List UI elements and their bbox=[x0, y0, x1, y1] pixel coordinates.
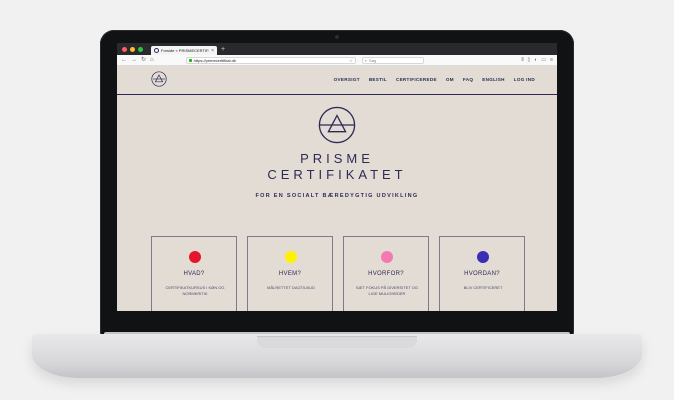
tagline: FOR EN SOCIALT BÆREDYGTIG UDVIKLING bbox=[255, 193, 419, 199]
chat-icon[interactable]: ▭ bbox=[541, 57, 546, 63]
webcam bbox=[335, 35, 339, 39]
tab-title: Forside « PRISMECERTIFIKATET bbox=[161, 48, 210, 53]
card-text: BLIV CERTIFICERET bbox=[463, 285, 503, 290]
minimize-window-button[interactable] bbox=[130, 47, 135, 52]
main-nav: OVERSIGT BESTIL CERTIFICEREDE OM FAQ ENG… bbox=[334, 77, 535, 82]
new-tab-button[interactable]: + bbox=[217, 46, 225, 55]
prisme-logo-icon[interactable] bbox=[151, 71, 167, 87]
home-icon[interactable]: ⌂ bbox=[150, 57, 154, 63]
back-arrow-icon[interactable]: ← bbox=[121, 57, 127, 63]
lock-icon bbox=[188, 58, 192, 62]
nav-certificerede[interactable]: CERTIFICEREDE bbox=[396, 77, 437, 82]
library-icon[interactable]: ⫴ bbox=[521, 57, 523, 63]
laptop-notch bbox=[257, 336, 417, 348]
card-text: CERTIFIKATKURSUS I KØN OG NORMKRITIK bbox=[165, 285, 225, 296]
menu-icon[interactable]: ≡ bbox=[550, 57, 553, 63]
pink-dot-icon bbox=[381, 251, 393, 263]
browser-tab-bar: Forside « PRISMECERTIFIKATET × + bbox=[117, 43, 557, 55]
bookmark-star-icon[interactable]: ☆ bbox=[349, 58, 353, 63]
nav-english[interactable]: ENGLISH bbox=[482, 77, 505, 82]
card-title: HVEM? bbox=[278, 271, 302, 277]
url-bar[interactable]: https://primecertifikat.dk ☆ bbox=[185, 56, 356, 64]
card-hvem[interactable]: HVEM? MÅLRETTET DAGTILBUD bbox=[247, 236, 333, 311]
card-title: HVORDAN? bbox=[464, 271, 500, 277]
card-hvad[interactable]: HVAD? CERTIFIKATKURSUS I KØN OG NORMKRIT… bbox=[151, 236, 237, 311]
browser-tab[interactable]: Forside « PRISMECERTIFIKATET × bbox=[151, 46, 217, 55]
shield-icon[interactable]: ◐ bbox=[534, 57, 537, 63]
card-hvordan[interactable]: HVORDAN? BLIV CERTIFICERET bbox=[439, 236, 525, 311]
card-title: HVAD? bbox=[183, 271, 205, 277]
nav-om[interactable]: OM bbox=[446, 77, 454, 82]
nav-bestil[interactable]: BESTIL bbox=[369, 77, 387, 82]
card-hvorfor[interactable]: HVORFOR? SÆT FOKUS PÅ DIVERSITET OG LIGE… bbox=[343, 236, 429, 311]
nav-oversigt[interactable]: OVERSIGT bbox=[334, 77, 360, 82]
search-icon: ⌕ bbox=[364, 57, 367, 63]
sidebar-icon[interactable]: ▯ bbox=[528, 57, 531, 63]
prisme-hero-logo-icon bbox=[318, 106, 356, 144]
search-bar[interactable]: ⌕ Søg bbox=[361, 56, 424, 64]
card-title: HVORFOR? bbox=[368, 271, 404, 277]
favicon-icon bbox=[154, 48, 159, 53]
toolbar-icons: ⫴ ▯ ◐ ▭ ≡ bbox=[521, 57, 553, 63]
window-controls bbox=[117, 47, 151, 55]
laptop-screen: Forside « PRISMECERTIFIKATET × + ← → ↻ ⌂… bbox=[117, 43, 557, 311]
reload-icon[interactable]: ↻ bbox=[141, 57, 146, 63]
hero-title-line-1: PRISME bbox=[300, 151, 374, 166]
nav-faq[interactable]: FAQ bbox=[463, 77, 473, 82]
nav-log-ind[interactable]: LOG IND bbox=[514, 77, 535, 82]
yellow-dot-icon bbox=[285, 251, 297, 263]
red-dot-icon bbox=[189, 251, 201, 263]
card-text: MÅLRETTET DAGTILBUD bbox=[267, 285, 315, 290]
search-placeholder: Søg bbox=[368, 57, 377, 63]
site-header: OVERSIGT BESTIL CERTIFICEREDE OM FAQ ENG… bbox=[117, 66, 557, 95]
browser-toolbar: ← → ↻ ⌂ https://primecertifikat.dk ☆ ⌕ S… bbox=[117, 55, 557, 66]
url-text: https://primecertifikat.dk bbox=[193, 57, 236, 63]
maximize-window-button[interactable] bbox=[138, 47, 143, 52]
forward-arrow-icon[interactable]: → bbox=[131, 57, 137, 63]
card-text: SÆT FOKUS PÅ DIVERSITET OG LIGE MULIGHED… bbox=[355, 285, 419, 296]
blue-dot-icon bbox=[477, 251, 489, 263]
hero-title-line-2: CERTIFIKATET bbox=[267, 167, 407, 182]
close-window-button[interactable] bbox=[122, 47, 127, 52]
tab-close-icon[interactable]: × bbox=[211, 48, 214, 54]
